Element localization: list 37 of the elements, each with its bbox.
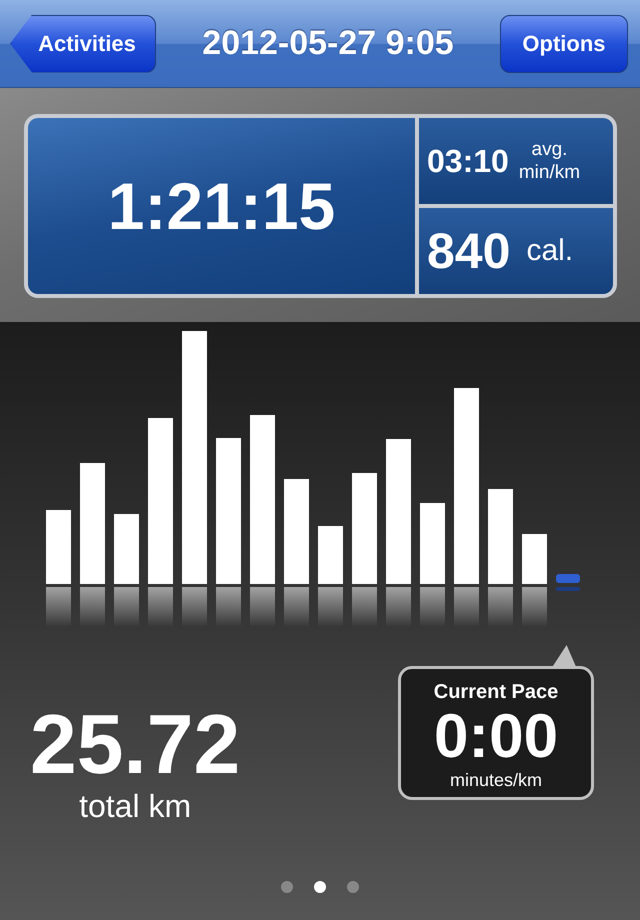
average-label: avg.: [532, 138, 568, 161]
page-indicator-dot[interactable]: [281, 881, 293, 893]
current-pace-title: Current Pace: [434, 681, 558, 704]
pace-bar: [522, 534, 547, 584]
bar-reflection: [148, 587, 173, 627]
bar-reflection: [46, 587, 71, 627]
bar-reflection: [216, 587, 241, 627]
pace-bar: [114, 514, 139, 584]
calories-unit: cal.: [526, 234, 574, 268]
duration-value: 1:21:15: [108, 168, 336, 244]
bar-reflection: [556, 587, 580, 591]
bar-reflection: [114, 587, 139, 627]
page-indicator-dot[interactable]: [347, 881, 359, 893]
bar-reflection: [386, 587, 411, 627]
distance-label: total km: [79, 788, 192, 825]
calories-value: 840: [427, 222, 510, 280]
options-button[interactable]: Options: [500, 14, 628, 72]
page-indicator-dot[interactable]: [314, 881, 326, 893]
bar-reflection: [454, 587, 479, 627]
current-pace-bar: [556, 574, 580, 583]
bar-reflection: [488, 587, 513, 627]
bar-reflection: [182, 587, 207, 627]
bar-reflection: [420, 587, 445, 627]
bar-reflection: [80, 587, 105, 627]
pace-unit: min/km: [518, 161, 580, 184]
current-pace-unit: minutes/km: [450, 770, 542, 791]
bar-reflection: [284, 587, 309, 627]
current-pace-value: 0:00: [434, 704, 558, 770]
bar-reflection: [250, 587, 275, 627]
activity-title: 2012-05-27 9:05: [202, 24, 454, 63]
back-button[interactable]: Activities: [10, 14, 156, 72]
distance-value: 25.72: [30, 702, 240, 786]
bar-reflection: [522, 587, 547, 627]
bar-reflection: [352, 587, 377, 627]
average-pace-value: 03:10: [427, 142, 509, 180]
pace-bar: [318, 526, 343, 584]
bar-reflection: [318, 587, 343, 627]
